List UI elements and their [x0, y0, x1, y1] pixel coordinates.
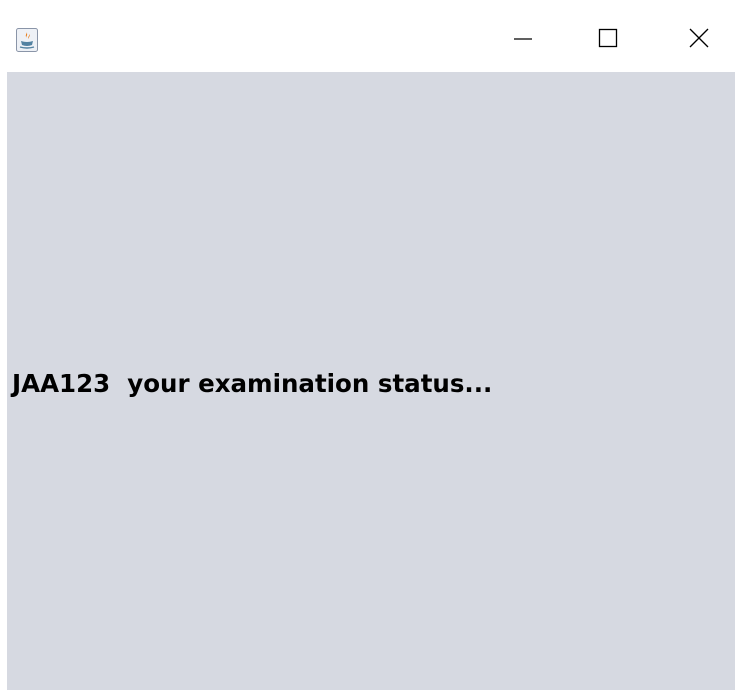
content-panel: JAA123 your examination status... — [7, 72, 735, 690]
minimize-button[interactable] — [500, 18, 546, 58]
maximize-icon — [598, 28, 618, 48]
java-icon[interactable] — [16, 28, 38, 52]
close-icon — [689, 28, 709, 48]
examination-status-label: JAA123 your examination status... — [12, 369, 493, 398]
title-bar[interactable] — [0, 0, 735, 72]
application-window: JAA123 your examination status... — [0, 0, 735, 691]
minimize-icon — [514, 38, 532, 40]
close-button[interactable] — [676, 18, 722, 58]
maximize-button[interactable] — [585, 18, 631, 58]
